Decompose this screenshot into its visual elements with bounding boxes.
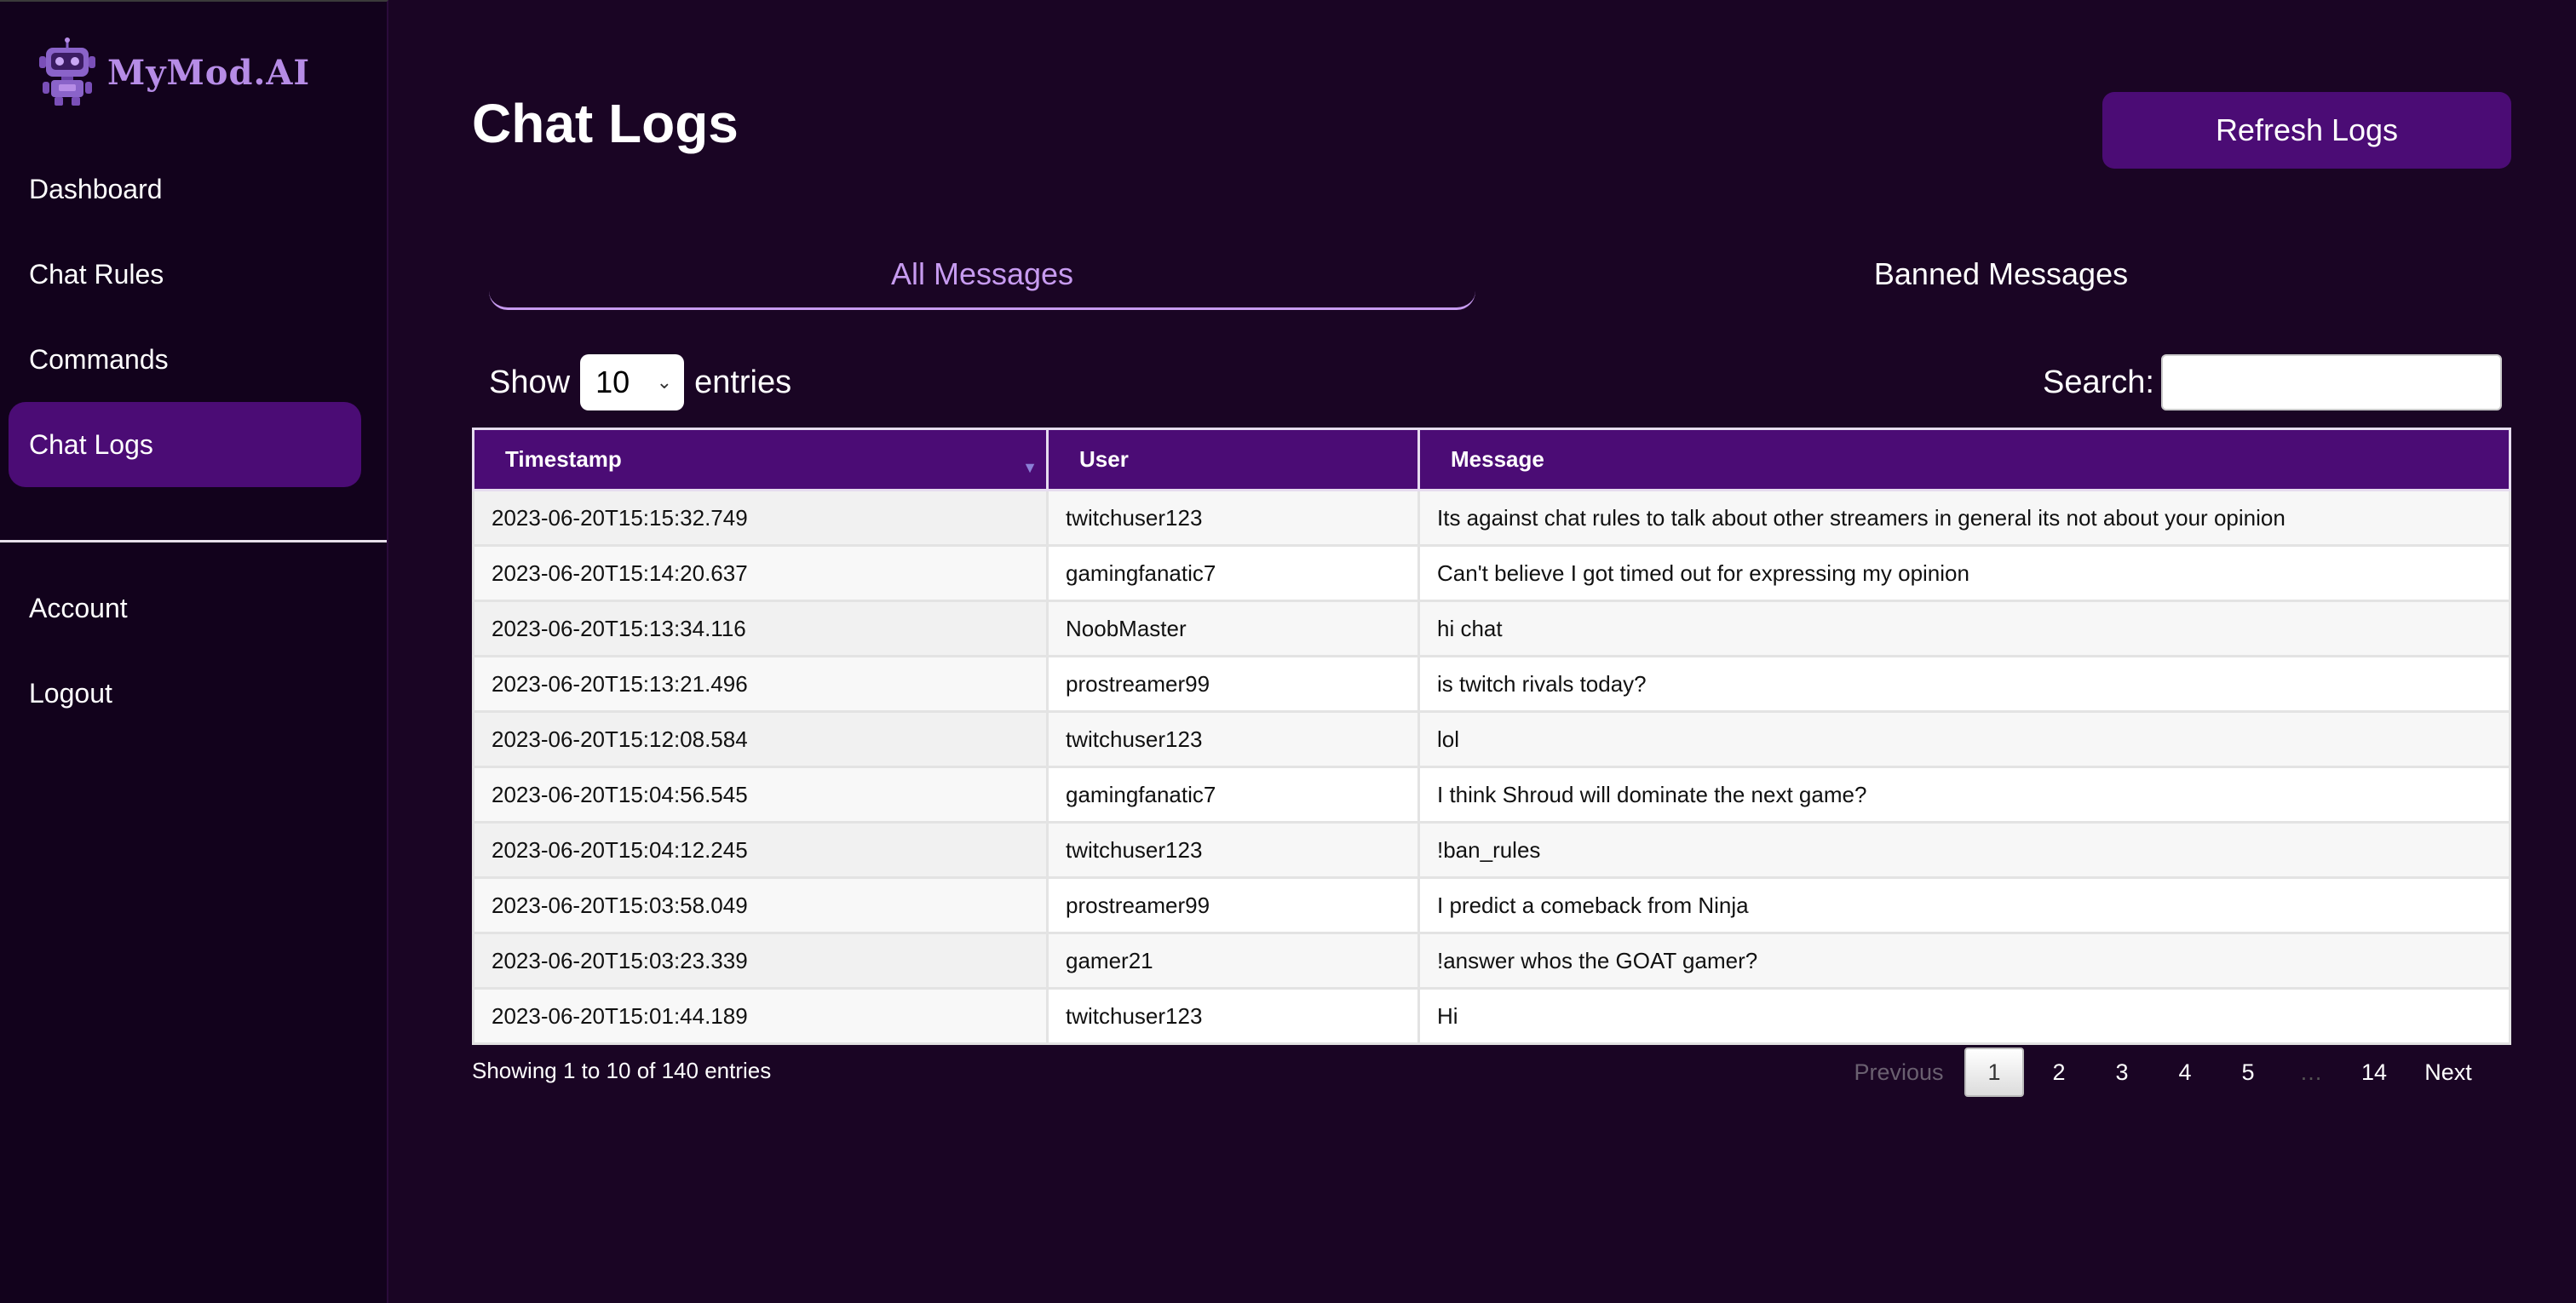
cell-timestamp: 2023-06-20T15:14:20.637 xyxy=(472,545,1049,602)
table-row[interactable]: 2023-06-20T15:03:58.049 prostreamer99 I pr… xyxy=(472,877,2511,934)
page-title: Chat Logs xyxy=(472,93,739,154)
table-row[interactable]: 2023-06-20T15:15:32.749 twitchuser123 Its … xyxy=(472,490,2511,547)
page-length-value: 10 xyxy=(595,364,630,399)
search-input[interactable] xyxy=(2160,354,2502,410)
cell-timestamp: 2023-06-20T15:15:32.749 xyxy=(472,490,1049,547)
column-header-timestamp[interactable]: Timestamp ▼ xyxy=(472,428,1049,491)
cell-timestamp: 2023-06-20T15:04:12.245 xyxy=(472,822,1049,879)
column-header-message[interactable]: Message xyxy=(1417,428,2511,491)
column-header-label: Message xyxy=(1451,446,1544,472)
cell-user: gamingfanatic7 xyxy=(1046,766,1420,824)
cell-timestamp: 2023-06-20T15:13:34.116 xyxy=(472,600,1049,657)
table-info: Showing 1 to 10 of 140 entries xyxy=(472,1058,772,1083)
cell-timestamp: 2023-06-20T15:03:23.339 xyxy=(472,933,1049,990)
cell-timestamp: 2023-06-20T15:04:56.545 xyxy=(472,766,1049,824)
table-row[interactable]: 2023-06-20T15:03:23.339 gamer21 !answer wh… xyxy=(472,933,2511,990)
pagination-page-2[interactable]: 2 xyxy=(2027,1048,2090,1097)
cell-message: Hi xyxy=(1417,988,2511,1045)
table-header-row: Timestamp ▼ User Message xyxy=(472,428,2511,491)
cell-user: twitchuser123 xyxy=(1046,490,1420,547)
column-header-user[interactable]: User xyxy=(1046,428,1420,491)
tab-banned-messages[interactable]: Banned Messages xyxy=(1509,240,2493,308)
cell-user: NoobMaster xyxy=(1046,600,1420,657)
logo-text: MyMod.AI xyxy=(107,52,311,93)
sort-descending-icon: ▼ xyxy=(1022,459,1038,476)
robot-logo-icon xyxy=(39,37,95,106)
cell-timestamp: 2023-06-20T15:13:21.496 xyxy=(472,656,1049,713)
chevron-down-icon: ⌄ xyxy=(656,371,673,393)
cell-message: lol xyxy=(1417,711,2511,768)
cell-user: twitchuser123 xyxy=(1046,988,1420,1045)
pagination-next-button[interactable]: Next xyxy=(2406,1048,2491,1097)
cell-message: hi chat xyxy=(1417,600,2511,657)
cell-timestamp: 2023-06-20T15:12:08.584 xyxy=(472,711,1049,768)
cell-message: Can't believe I got timed out for expres… xyxy=(1417,545,2511,602)
page-length-control: Show 10 ⌄ entries xyxy=(489,354,791,410)
cell-user: gamer21 xyxy=(1046,933,1420,990)
sidebar-item-chat-rules[interactable]: Chat Rules xyxy=(9,232,361,317)
pagination-page-3[interactable]: 3 xyxy=(2090,1048,2153,1097)
cell-timestamp: 2023-06-20T15:01:44.189 xyxy=(472,988,1049,1045)
cell-timestamp: 2023-06-20T15:03:58.049 xyxy=(472,877,1049,934)
pagination-previous-button[interactable]: Previous xyxy=(1840,1048,1958,1097)
pagination-page-4[interactable]: 4 xyxy=(2153,1048,2217,1097)
pagination-page-14[interactable]: 14 xyxy=(2343,1048,2406,1097)
chat-logs-table: Timestamp ▼ User Message 2023-06-20T15:1… xyxy=(472,428,2511,1045)
table-body: 2023-06-20T15:15:32.749 twitchuser123 Its … xyxy=(472,490,2511,1045)
secondary-nav: Account Logout xyxy=(9,565,361,736)
table-row[interactable]: 2023-06-20T15:01:44.189 twitchuser123 Hi xyxy=(472,988,2511,1045)
table-row[interactable]: 2023-06-20T15:04:56.545 gamingfanatic7 I t… xyxy=(472,766,2511,824)
column-header-label: Timestamp xyxy=(505,446,622,472)
cell-user: prostreamer99 xyxy=(1046,656,1420,713)
primary-nav: Dashboard Chat Rules Commands Chat Logs xyxy=(9,146,361,487)
cell-message: I predict a comeback from Ninja xyxy=(1417,877,2511,934)
sidebar-item-account[interactable]: Account xyxy=(9,565,361,651)
pagination-ellipsis: … xyxy=(2299,1059,2323,1085)
pagination-page-1[interactable]: 1 xyxy=(1964,1048,2024,1097)
cell-message: Its against chat rules to talk about oth… xyxy=(1417,490,2511,547)
search-control: Search: xyxy=(2043,354,2502,410)
cell-message: !answer whos the GOAT gamer? xyxy=(1417,933,2511,990)
table-row[interactable]: 2023-06-20T15:14:20.637 gamingfanatic7 Can… xyxy=(472,545,2511,602)
search-label: Search: xyxy=(2043,364,2154,400)
pagination-page-5[interactable]: 5 xyxy=(2217,1048,2280,1097)
logo[interactable]: MyMod.AI xyxy=(36,37,310,107)
page-length-select[interactable]: 10 ⌄ xyxy=(580,354,685,410)
tab-all-messages[interactable]: All Messages xyxy=(489,240,1475,310)
sidebar-divider xyxy=(0,540,387,542)
cell-message: !ban_rules xyxy=(1417,822,2511,879)
table-row[interactable]: 2023-06-20T15:13:21.496 prostreamer99 is t… xyxy=(472,656,2511,713)
pagination: Previous 1 2 3 4 5 … 14 Next xyxy=(1840,1048,2491,1097)
cell-message: I think Shroud will dominate the next ga… xyxy=(1417,766,2511,824)
cell-user: twitchuser123 xyxy=(1046,822,1420,879)
table-row[interactable]: 2023-06-20T15:04:12.245 twitchuser123 !ban… xyxy=(472,822,2511,879)
show-label: Show xyxy=(489,364,571,400)
cell-user: twitchuser123 xyxy=(1046,711,1420,768)
sidebar-item-commands[interactable]: Commands xyxy=(9,317,361,402)
sidebar-item-dashboard[interactable]: Dashboard xyxy=(9,146,361,232)
refresh-logs-button[interactable]: Refresh Logs xyxy=(2102,92,2511,169)
sidebar: MyMod.AI Dashboard Chat Rules Commands C… xyxy=(0,0,388,1303)
cell-message: is twitch rivals today? xyxy=(1417,656,2511,713)
entries-label: entries xyxy=(694,364,792,400)
cell-user: prostreamer99 xyxy=(1046,877,1420,934)
table-row[interactable]: 2023-06-20T15:13:34.116 NoobMaster hi chat xyxy=(472,600,2511,657)
table-row[interactable]: 2023-06-20T15:12:08.584 twitchuser123 lol xyxy=(472,711,2511,768)
sidebar-item-logout[interactable]: Logout xyxy=(9,651,361,736)
column-header-label: User xyxy=(1079,446,1129,472)
cell-user: gamingfanatic7 xyxy=(1046,545,1420,602)
sidebar-item-chat-logs[interactable]: Chat Logs xyxy=(9,402,361,487)
